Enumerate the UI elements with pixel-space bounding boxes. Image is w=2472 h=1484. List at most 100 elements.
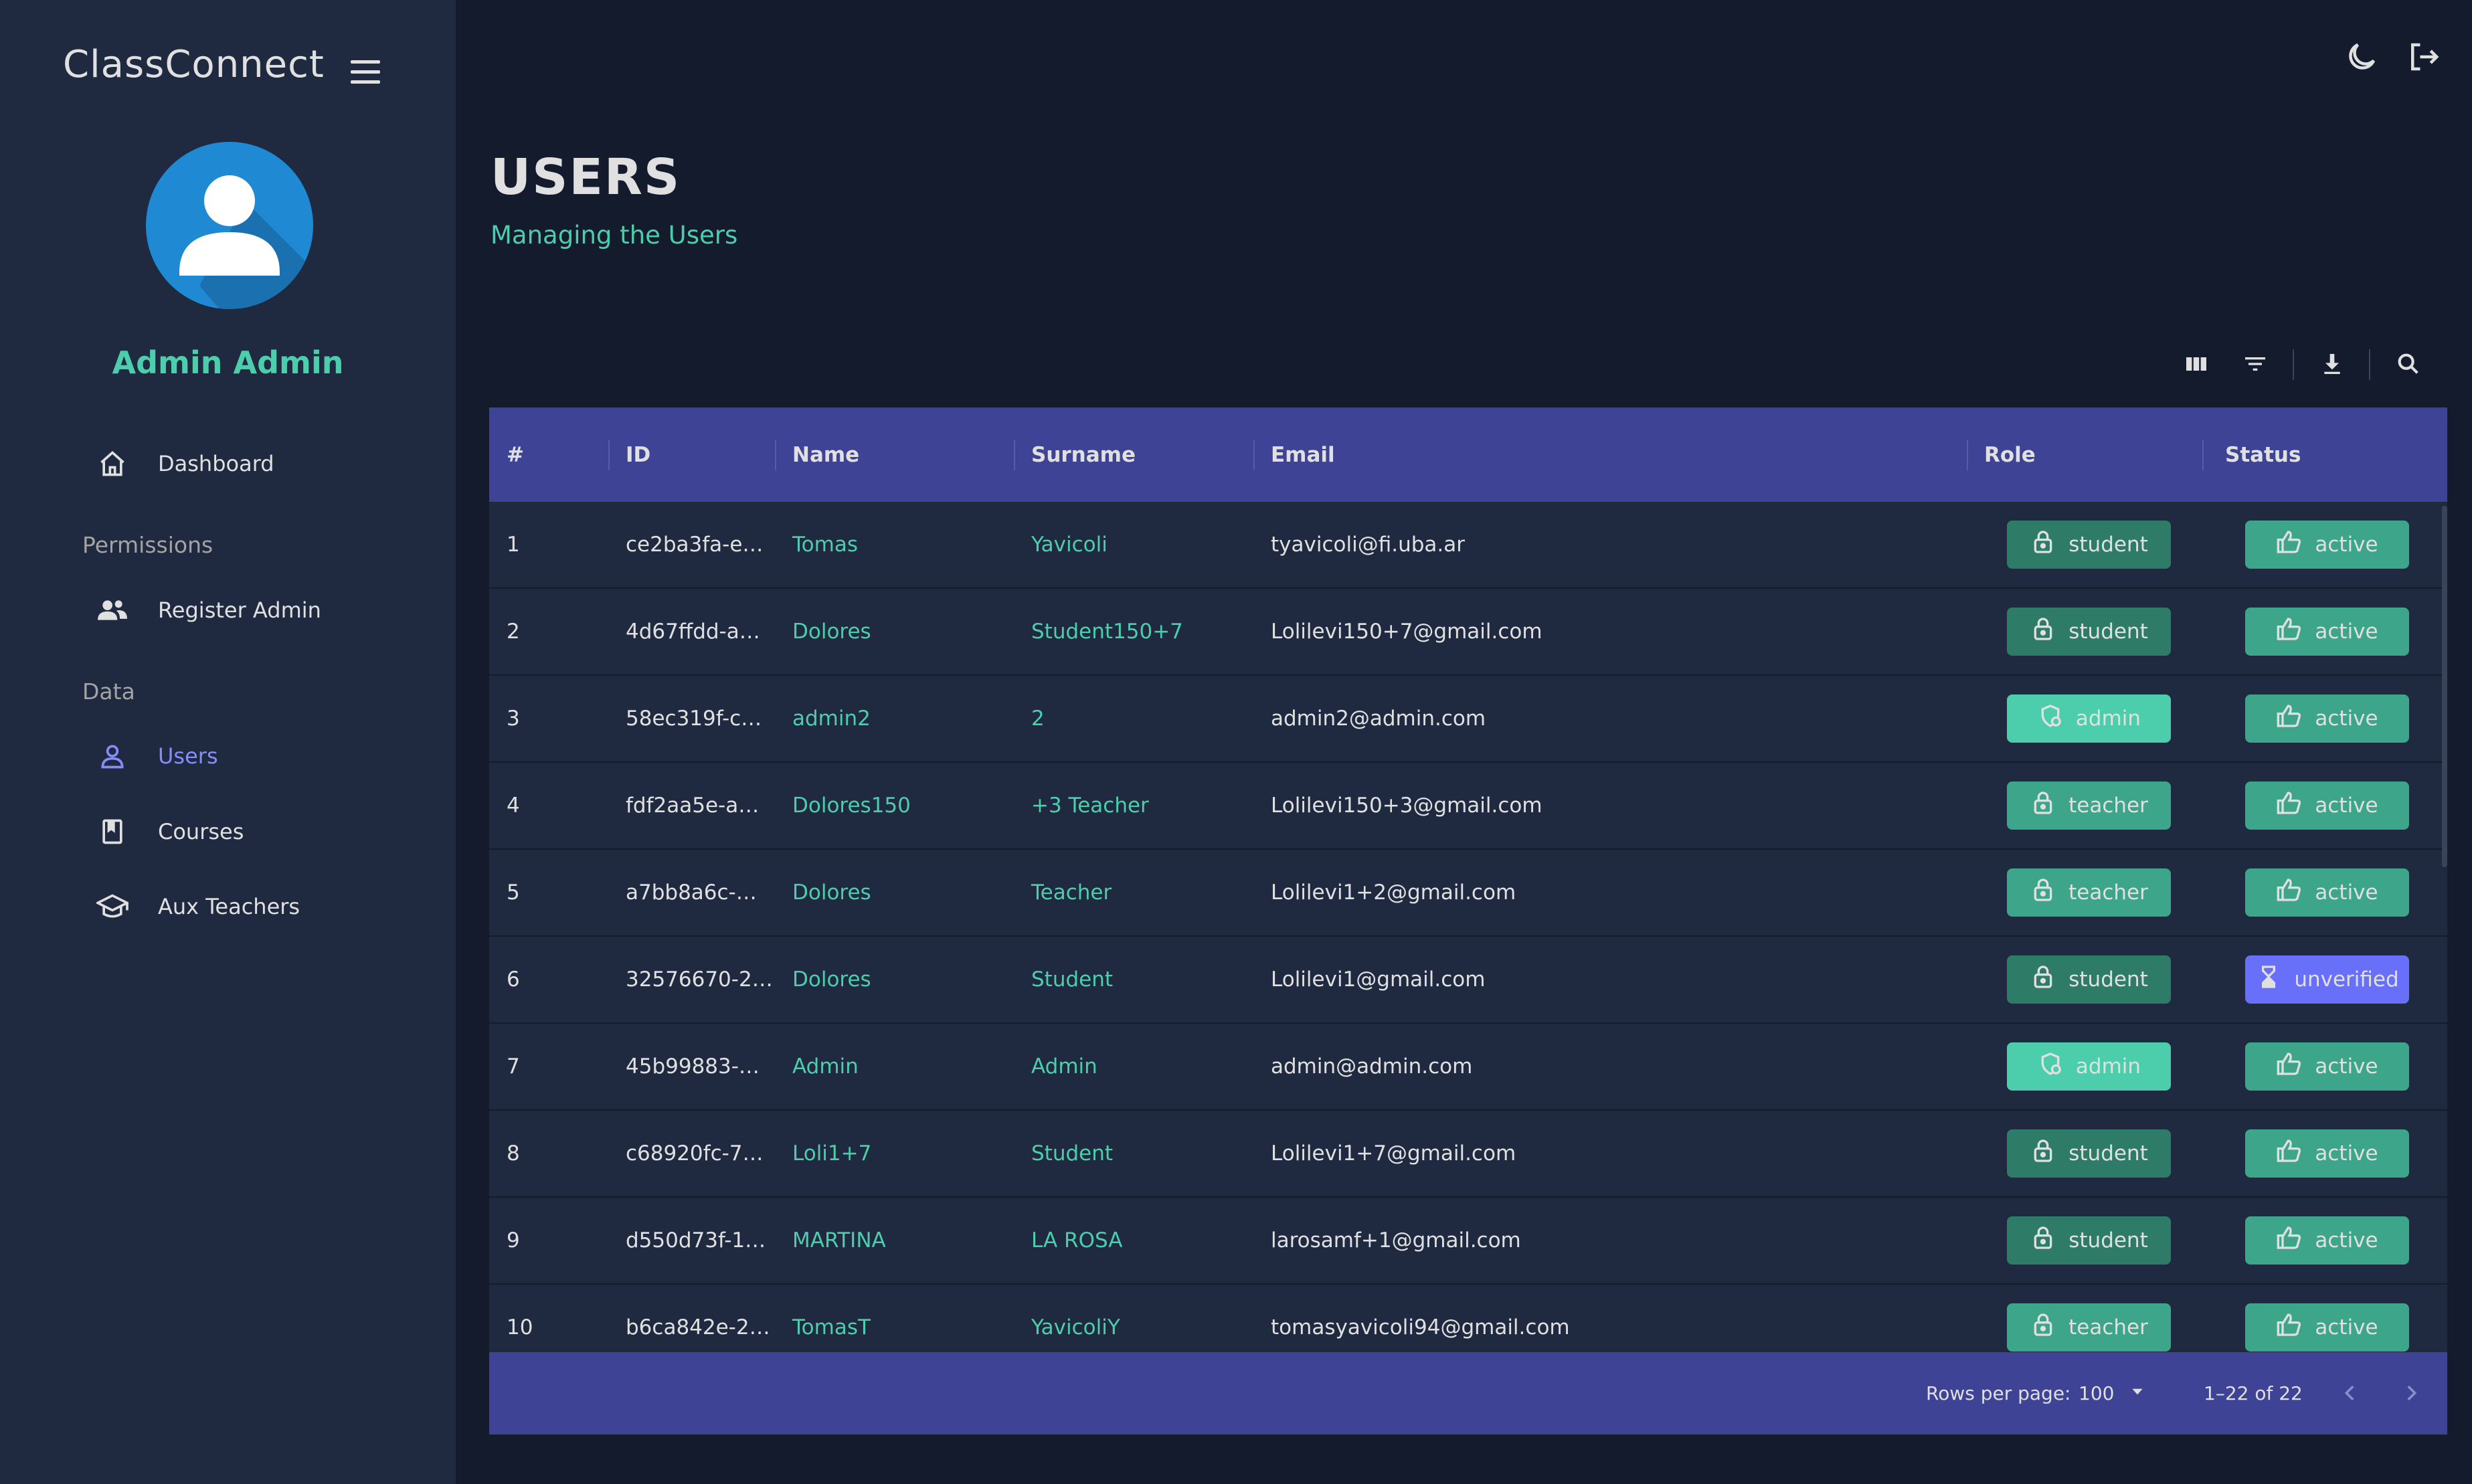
row-number: 8 <box>507 1141 520 1166</box>
table-row[interactable]: 9 d550d73f-1… MARTINA LA ROSA larosamf+1@gma… <box>489 1198 2447 1285</box>
status-label: active <box>2315 794 2378 818</box>
admin-shield-icon <box>2037 1050 2064 1083</box>
user-id: b6ca842e-2… <box>626 1315 770 1339</box>
status-badge[interactable]: active <box>2245 608 2409 656</box>
brand-title: ClassConnect <box>63 43 325 86</box>
row-number: 9 <box>507 1228 520 1253</box>
role-badge[interactable]: teacher <box>2007 1303 2171 1352</box>
user-id: 45b99883-… <box>626 1054 760 1079</box>
user-surname: +3 Teacher <box>1031 794 1149 818</box>
admin-shield-icon <box>2037 703 2064 735</box>
menu-toggle-icon[interactable] <box>351 60 380 84</box>
thumbs-up-icon <box>2276 616 2303 648</box>
table-scrollbar[interactable] <box>2442 506 2447 867</box>
table-row[interactable]: 7 45b99883-… Admin Admin admin@admin.com admi… <box>489 1024 2447 1111</box>
dark-mode-icon[interactable] <box>2344 39 2380 75</box>
table-row[interactable]: 4 fdf2aa5e-a… Dolores150 +3 Teacher Lolilevi… <box>489 763 2447 850</box>
role-badge[interactable]: student <box>2007 1216 2171 1265</box>
role-badge[interactable]: student <box>2007 955 2171 1004</box>
sidebar-item-dashboard[interactable]: Dashboard <box>95 440 274 487</box>
sidebar-item-users[interactable]: Users <box>95 733 218 779</box>
previous-page-icon[interactable] <box>2333 1376 2367 1410</box>
status-badge[interactable]: active <box>2245 1303 2409 1352</box>
user-id: a7bb8a6c-… <box>626 880 757 905</box>
role-badge[interactable]: teacher <box>2007 868 2171 917</box>
role-badge[interactable]: teacher <box>2007 781 2171 830</box>
download-icon[interactable] <box>2316 348 2348 380</box>
hourglass-icon <box>2255 963 2282 996</box>
table-row[interactable]: 1 ce2ba3fa-e… Tomas Yavicoli tyavicoli@fi.ub… <box>489 502 2447 589</box>
sidebar-item-register-admin[interactable]: Register Admin <box>95 587 321 634</box>
status-badge[interactable]: active <box>2245 694 2409 743</box>
lock-icon <box>2030 1311 2056 1343</box>
column-header-surname[interactable]: Surname <box>1031 407 1136 502</box>
status-badge[interactable]: active <box>2245 868 2409 917</box>
status-label: active <box>2315 620 2378 644</box>
column-header-role[interactable]: Role <box>1984 407 2036 502</box>
row-number: 1 <box>507 533 520 557</box>
user-id: 32576670-2… <box>626 967 773 992</box>
section-label-data: Data <box>82 678 135 705</box>
search-icon[interactable] <box>2392 348 2424 380</box>
next-page-icon[interactable] <box>2394 1376 2428 1410</box>
status-label: active <box>2315 1054 2378 1079</box>
user-id: d550d73f-1… <box>626 1228 766 1253</box>
lock-icon <box>2030 616 2056 648</box>
home-icon <box>95 446 130 481</box>
lock-icon <box>2030 1137 2056 1170</box>
sidebar-item-courses[interactable]: Courses <box>95 808 244 855</box>
status-badge[interactable]: active <box>2245 1216 2409 1265</box>
column-header-name[interactable]: Name <box>792 407 859 502</box>
lock-icon <box>2030 963 2056 996</box>
user-email: admin2@admin.com <box>1271 707 1486 731</box>
status-label: unverified <box>2294 967 2399 992</box>
person-icon <box>95 739 130 773</box>
table-row[interactable]: 8 c68920fc-7… Loli1+7 Student Lolilevi1+7@gm… <box>489 1111 2447 1198</box>
user-email: Lolilevi150+7@gmail.com <box>1271 620 1542 644</box>
user-surname: LA ROSA <box>1031 1228 1123 1253</box>
thumbs-up-icon <box>2276 876 2303 909</box>
user-surname: Student150+7 <box>1031 620 1183 644</box>
table-header: # ID Name Surname Email Role Status <box>489 407 2447 502</box>
user-email: Lolilevi1+2@gmail.com <box>1271 880 1516 905</box>
table-row[interactable]: 10 b6ca842e-2… TomasT YavicoliY tomasyavicol… <box>489 1285 2447 1352</box>
table-row[interactable]: 3 58ec319f-c… admin2 2 admin2@admin.com admin… <box>489 676 2447 763</box>
status-badge[interactable]: unverified <box>2245 955 2409 1004</box>
users-table: # ID Name Surname Email Role Status 1 ce2… <box>489 407 2447 1434</box>
sidebar-item-label: Dashboard <box>158 451 274 476</box>
table-row[interactable]: 5 a7bb8a6c-… Dolores Teacher Lolilevi1+2@gma… <box>489 850 2447 937</box>
user-name: TomasT <box>792 1315 871 1339</box>
role-label: admin <box>2075 707 2141 731</box>
thumbs-up-icon <box>2276 1050 2303 1083</box>
status-badge[interactable]: active <box>2245 781 2409 830</box>
column-header-status[interactable]: Status <box>2225 407 2301 502</box>
status-label: active <box>2315 1228 2378 1253</box>
table-row[interactable]: 6 32576670-2… Dolores Student Lolilevi1@gmai… <box>489 937 2447 1024</box>
column-header-number[interactable]: # <box>507 407 524 502</box>
user-surname: Yavicoli <box>1031 533 1108 557</box>
role-label: teacher <box>2068 794 2148 818</box>
table-row[interactable]: 2 4d67ffdd-a… Dolores Student150+7 Lolilevi1… <box>489 589 2447 676</box>
status-badge[interactable]: active <box>2245 1042 2409 1091</box>
role-badge[interactable]: student <box>2007 608 2171 656</box>
status-badge[interactable]: active <box>2245 1129 2409 1178</box>
column-header-id[interactable]: ID <box>626 407 650 502</box>
sidebar-item-aux-teachers[interactable]: Aux Teachers <box>95 883 300 930</box>
logout-icon[interactable] <box>2405 39 2441 75</box>
profile-name: Admin Admin <box>112 345 344 381</box>
user-name: Loli1+7 <box>792 1141 872 1166</box>
user-email: larosamf+1@gmail.com <box>1271 1228 1521 1253</box>
page-subtitle: Managing the Users <box>491 221 738 250</box>
thumbs-up-icon <box>2276 1311 2303 1343</box>
filter-icon[interactable] <box>2239 348 2271 380</box>
user-name: admin2 <box>792 707 871 731</box>
role-badge[interactable]: student <box>2007 1129 2171 1178</box>
columns-icon[interactable] <box>2180 348 2212 380</box>
status-badge[interactable]: active <box>2245 521 2409 569</box>
role-label: teacher <box>2068 1315 2148 1339</box>
column-header-email[interactable]: Email <box>1271 407 1335 502</box>
role-badge[interactable]: admin <box>2007 1042 2171 1091</box>
role-badge[interactable]: admin <box>2007 694 2171 743</box>
rows-per-page-select[interactable]: 100 <box>2079 1372 2146 1414</box>
role-badge[interactable]: student <box>2007 521 2171 569</box>
